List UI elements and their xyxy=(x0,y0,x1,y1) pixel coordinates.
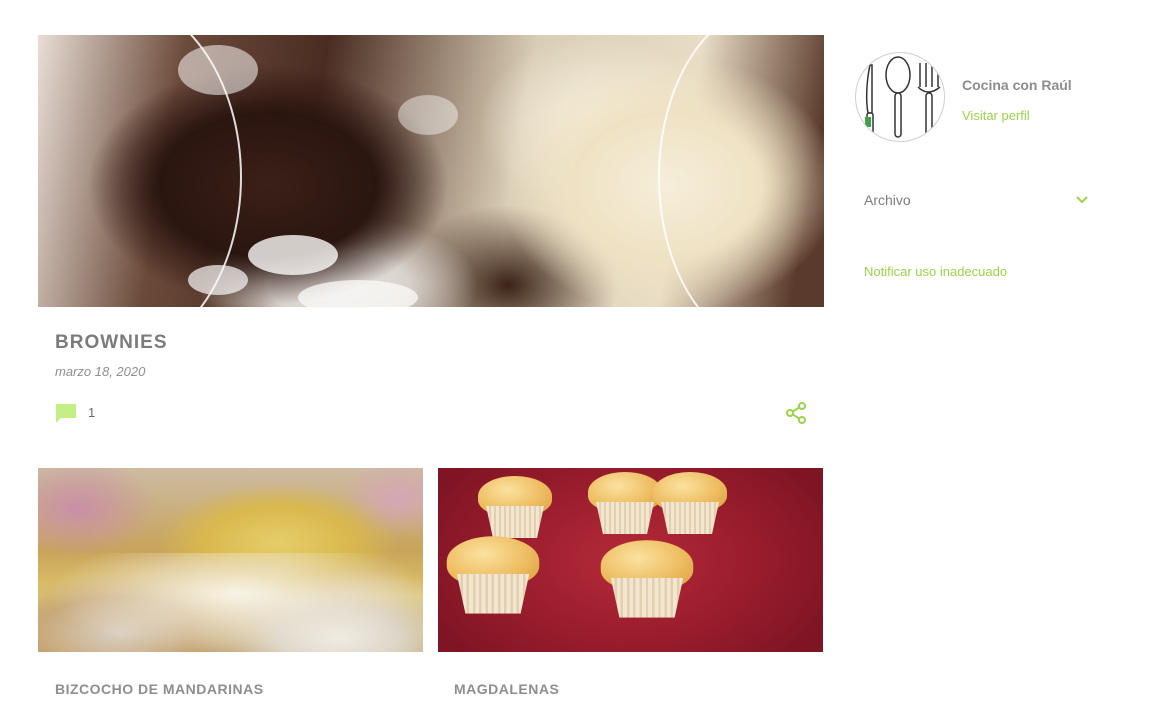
muffin xyxy=(446,536,540,614)
powdered-sugar xyxy=(178,45,258,95)
post-thumbnail-bizcocho[interactable] xyxy=(38,468,423,652)
visit-profile-link[interactable]: Visitar perfil xyxy=(962,108,1030,123)
cutlery-icon xyxy=(865,56,941,138)
post-title[interactable]: MAGDALENAS xyxy=(454,681,559,697)
powdered-sugar xyxy=(298,280,418,307)
archive-label[interactable]: Archivo xyxy=(864,192,911,208)
muffin xyxy=(478,476,552,538)
featured-post-image[interactable] xyxy=(38,35,824,307)
profile-avatar[interactable] xyxy=(855,52,945,142)
chevron-down-icon[interactable] xyxy=(1074,192,1090,208)
report-abuse-link[interactable]: Notificar uso inadecuado xyxy=(864,264,1007,279)
sugar-topping xyxy=(48,553,423,652)
powdered-sugar xyxy=(398,95,458,135)
comment-icon[interactable] xyxy=(55,402,77,424)
muffin xyxy=(588,472,662,534)
share-icon[interactable] xyxy=(784,401,808,425)
profile-name[interactable]: Cocina con Raúl xyxy=(962,77,1072,93)
powdered-sugar xyxy=(248,235,338,275)
comment-count[interactable]: 1 xyxy=(88,405,95,420)
muffin xyxy=(600,540,694,618)
muffin xyxy=(653,472,727,534)
post-title[interactable]: BIZCOCHO DE MANDARINAS xyxy=(55,681,264,697)
post-thumbnail-magdalenas[interactable] xyxy=(438,468,823,652)
plate-edge xyxy=(658,35,824,307)
powdered-sugar xyxy=(188,265,248,295)
post-title[interactable]: BROWNIES xyxy=(55,332,168,354)
post-date: marzo 18, 2020 xyxy=(55,364,146,379)
